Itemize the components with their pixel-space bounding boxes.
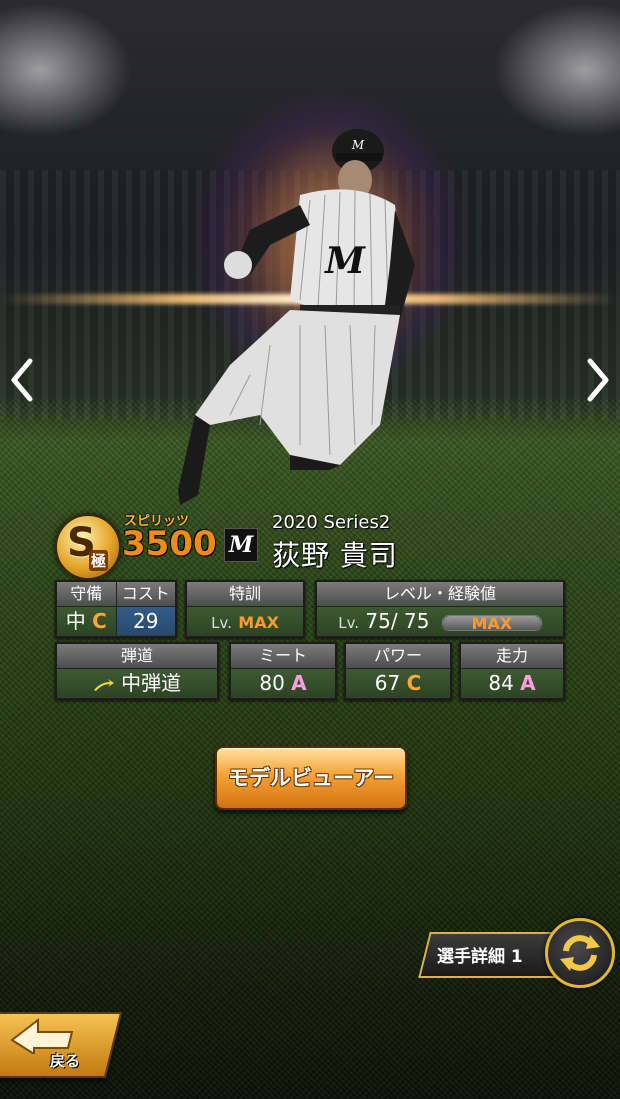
switch-button[interactable] <box>545 918 615 988</box>
training-value: Lv. MAX <box>187 607 303 635</box>
meet-value: 80 A <box>231 669 335 697</box>
back-label[interactable]: 戻る <box>50 1050 80 1071</box>
chevron-right-icon <box>587 358 609 402</box>
meet-panel: ミート 80 A <box>229 642 337 700</box>
position-grade: C <box>92 609 107 633</box>
speed-grade: A <box>520 671 536 695</box>
training-label: 特訓 <box>187 582 303 607</box>
card-series: 2020 Series2 <box>272 512 391 533</box>
svg-text:M: M <box>323 240 366 282</box>
chevron-left-icon <box>11 358 33 402</box>
exp-bar: MAX <box>441 614 542 633</box>
level-panel: レベル・経験値 Lv. 75/ 75 MAX <box>315 580 565 638</box>
speed-label: 走力 <box>461 644 563 669</box>
meet-label: ミート <box>231 644 335 669</box>
cost-value: 29 <box>115 607 175 635</box>
level-current: 75/ <box>365 609 398 633</box>
position-cost-panel: 守備 コスト 中 C 29 <box>55 580 177 638</box>
rank-emblem: S 極 <box>55 514 121 580</box>
cost-label: コスト <box>115 582 176 606</box>
speed-panel: 走力 84 A <box>459 642 565 700</box>
power-grade: C <box>406 671 422 695</box>
model-viewer-button[interactable]: モデルビューアー <box>215 746 407 810</box>
refresh-arrows-icon <box>560 935 600 971</box>
trajectory-arrow-icon <box>93 678 114 691</box>
position-label: 守備 <box>70 584 103 603</box>
trajectory-label: 弾道 <box>57 644 217 669</box>
speed-value: 84 A <box>461 669 563 697</box>
power-value: 67 C <box>346 669 450 697</box>
back-arrow-icon <box>10 1017 74 1054</box>
level-max: 75 <box>403 609 430 633</box>
player-image: M M <box>178 129 415 505</box>
team-logo: M <box>224 528 258 562</box>
svg-text:M: M <box>351 138 365 152</box>
spirits-value: 3500 <box>122 524 217 564</box>
player-detail-label[interactable]: 選手詳細 1 <box>437 942 523 967</box>
rank-sub-label: 極 <box>89 550 109 571</box>
trajectory-value: 中弾道 <box>57 669 217 697</box>
power-panel: パワー 67 C <box>344 642 452 700</box>
next-player-button[interactable] <box>582 355 612 405</box>
position-value: 中 C <box>57 607 116 635</box>
training-panel: 特訓 Lv. MAX <box>185 580 305 638</box>
prev-player-button[interactable] <box>8 355 38 405</box>
exp-bar-max: MAX <box>471 613 513 633</box>
power-label: パワー <box>346 644 450 669</box>
trajectory-panel: 弾道 中弾道 <box>55 642 219 700</box>
level-label: レベル・経験値 <box>317 582 563 607</box>
meet-grade: A <box>291 671 307 695</box>
player-name: 荻野 貴司 <box>272 539 398 572</box>
level-value: Lv. 75/ 75 MAX <box>317 607 563 635</box>
